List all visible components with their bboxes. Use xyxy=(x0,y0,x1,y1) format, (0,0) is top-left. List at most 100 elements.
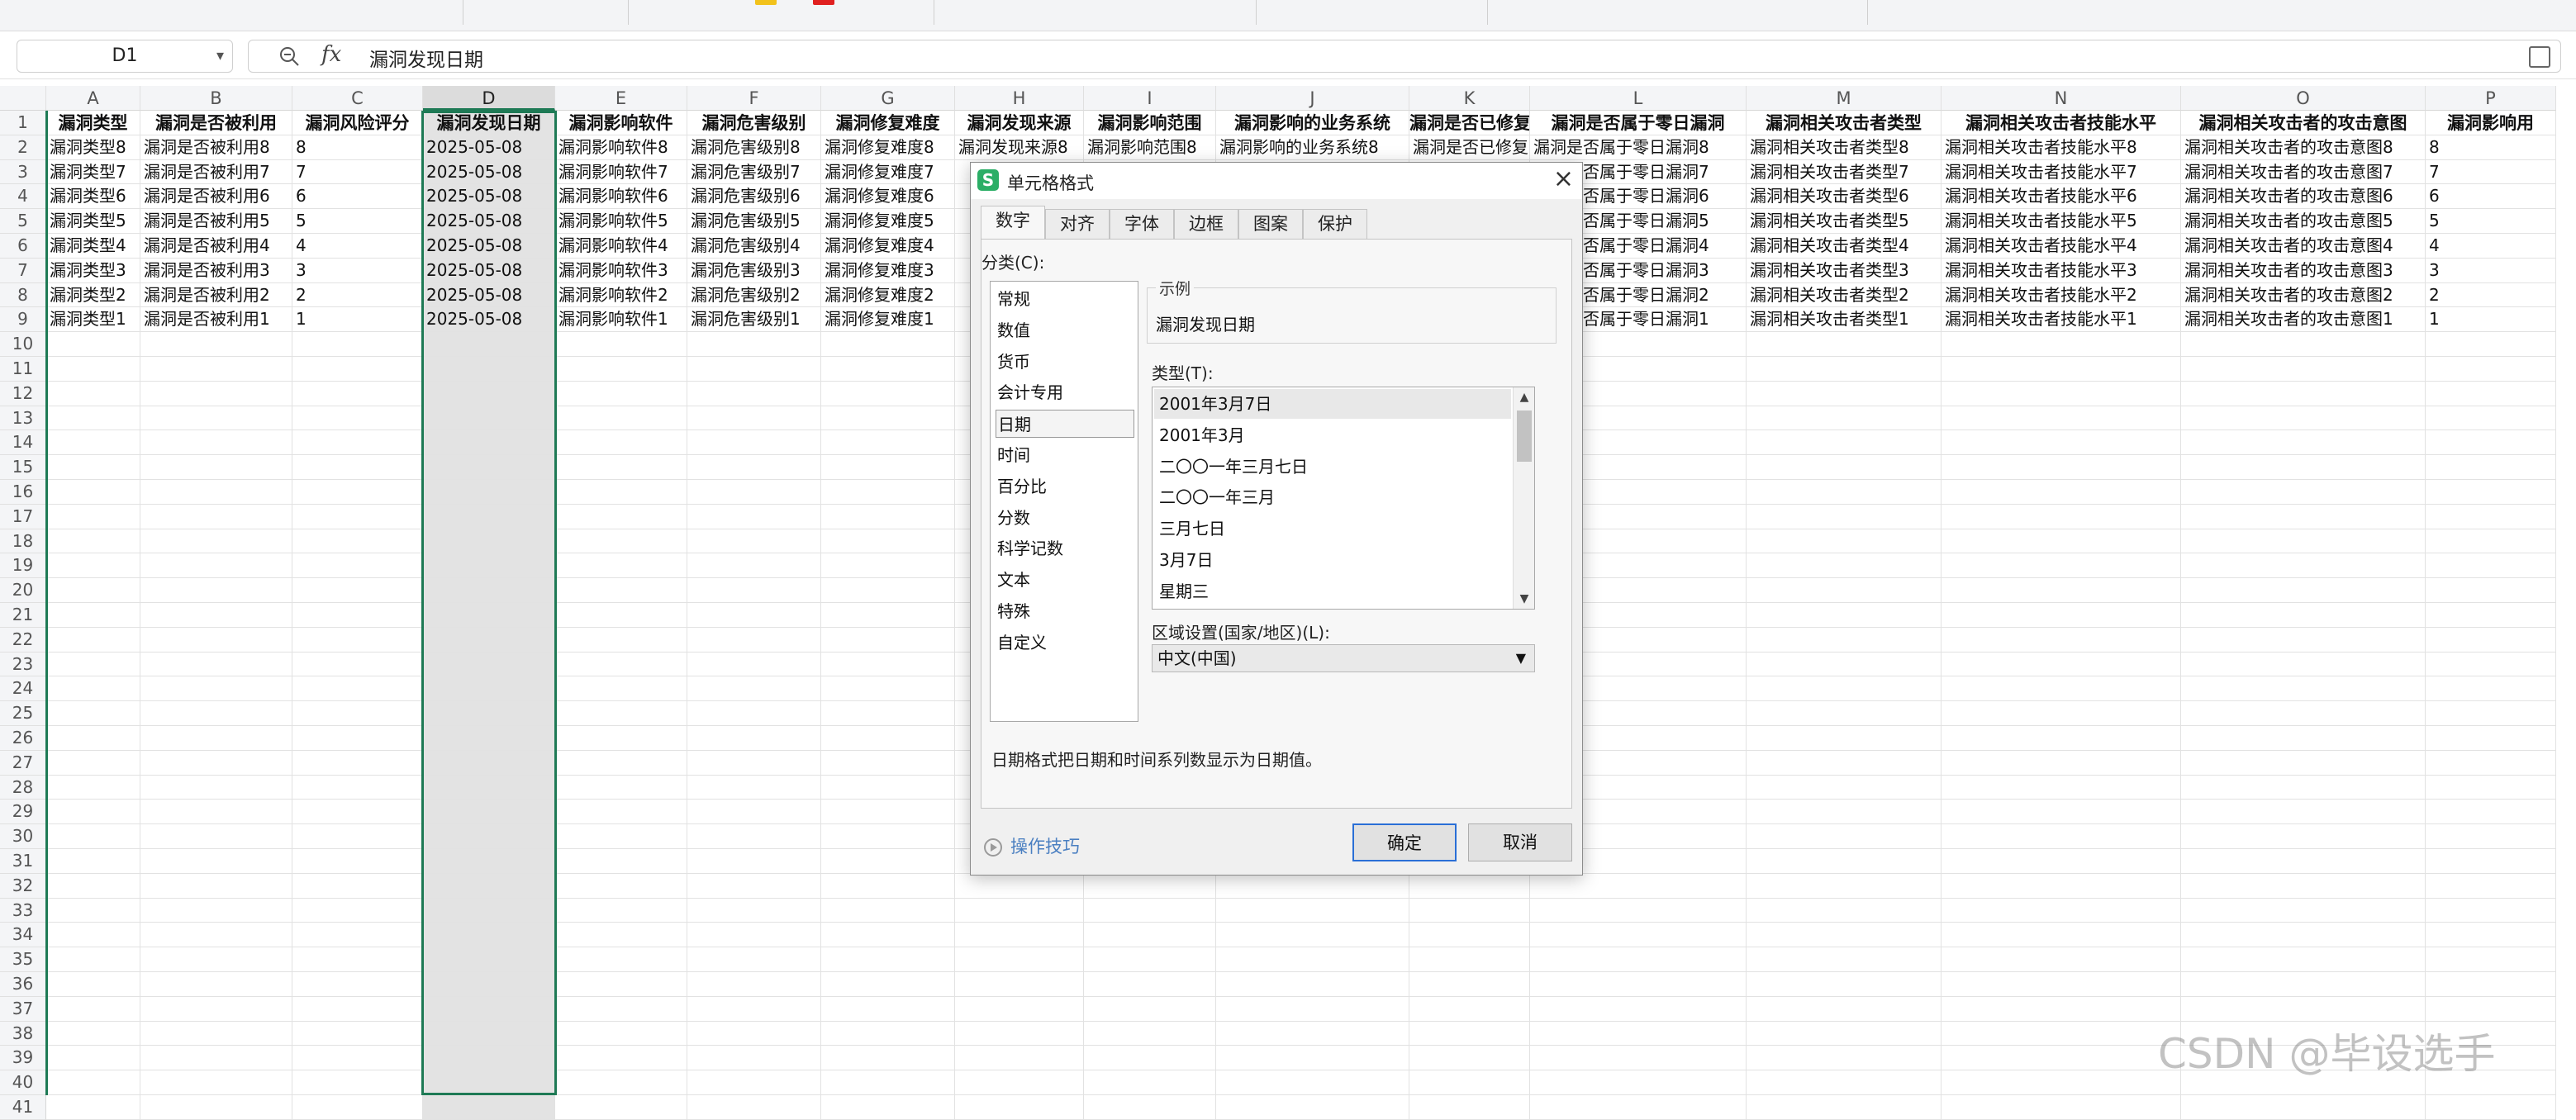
cell[interactable] xyxy=(2181,750,2426,776)
cell[interactable]: 漏洞相关攻击者技能水平1 xyxy=(1942,307,2181,333)
cell[interactable]: 漏洞修复难度2 xyxy=(821,282,955,308)
category-item[interactable]: 时间 xyxy=(996,441,1134,469)
cell[interactable] xyxy=(292,701,423,726)
cell[interactable] xyxy=(821,1095,955,1120)
row-header[interactable]: 37 xyxy=(0,996,46,1022)
cell[interactable] xyxy=(140,800,292,825)
cell[interactable] xyxy=(140,504,292,529)
cell[interactable] xyxy=(687,480,821,505)
cell[interactable] xyxy=(2181,381,2426,406)
scroll-up-icon[interactable]: ▲ xyxy=(1514,387,1534,407)
cell[interactable] xyxy=(687,627,821,653)
cell[interactable] xyxy=(423,406,555,431)
cell[interactable] xyxy=(1530,996,1747,1022)
cell[interactable] xyxy=(1530,947,1747,972)
cell[interactable] xyxy=(1942,849,2181,874)
cell[interactable]: 2025-05-08 xyxy=(423,184,555,210)
tab-4[interactable]: 图案 xyxy=(1238,209,1303,239)
cell[interactable] xyxy=(1084,996,1216,1022)
cell[interactable] xyxy=(1942,1046,2181,1071)
cell[interactable] xyxy=(2426,873,2556,899)
category-item[interactable]: 数值 xyxy=(996,316,1134,344)
cell[interactable] xyxy=(1216,873,1409,899)
cell[interactable] xyxy=(140,726,292,751)
cell[interactable] xyxy=(46,578,140,603)
cell[interactable] xyxy=(1084,898,1216,923)
cell[interactable] xyxy=(140,898,292,923)
column-header-c[interactable]: C xyxy=(292,86,423,111)
cell[interactable] xyxy=(292,873,423,899)
category-item[interactable]: 常规 xyxy=(996,285,1134,313)
cell[interactable] xyxy=(292,1021,423,1046)
cell[interactable] xyxy=(2181,430,2426,456)
cell[interactable] xyxy=(687,1046,821,1071)
cell[interactable] xyxy=(423,553,555,579)
cell[interactable] xyxy=(1942,603,2181,628)
cell[interactable]: 漏洞相关攻击者技能水平3 xyxy=(1942,258,2181,283)
cell[interactable]: 漏洞是否被利用5 xyxy=(140,209,292,234)
cell[interactable] xyxy=(1747,1046,1942,1071)
cell[interactable] xyxy=(1216,1046,1409,1071)
category-item[interactable]: 特殊 xyxy=(996,597,1134,625)
cell[interactable] xyxy=(423,357,555,382)
cell[interactable]: 2025-05-08 xyxy=(423,135,555,160)
cell[interactable] xyxy=(687,357,821,382)
cell[interactable] xyxy=(423,332,555,357)
column-header-h[interactable]: H xyxy=(955,86,1084,111)
row-header[interactable]: 26 xyxy=(0,726,46,751)
cell[interactable] xyxy=(2181,529,2426,554)
cell[interactable] xyxy=(2426,553,2556,579)
cell[interactable] xyxy=(687,430,821,456)
cell[interactable] xyxy=(140,381,292,406)
type-item[interactable]: 2001年3月7日 xyxy=(1154,389,1511,419)
cell[interactable] xyxy=(821,357,955,382)
cell[interactable] xyxy=(140,1070,292,1095)
cell[interactable]: 漏洞类型1 xyxy=(46,307,140,333)
cell[interactable] xyxy=(292,898,423,923)
cell[interactable]: 漏洞相关攻击者技能水平2 xyxy=(1942,282,2181,308)
locale-select[interactable]: 中文(中国) ▼ xyxy=(1152,644,1535,672)
cell[interactable] xyxy=(292,627,423,653)
cell[interactable] xyxy=(1084,1095,1216,1120)
header-cell[interactable]: 漏洞相关攻击者技能水平 xyxy=(1942,111,2181,135)
cell[interactable] xyxy=(1409,1046,1530,1071)
cell[interactable] xyxy=(2426,996,2556,1022)
cell[interactable] xyxy=(687,676,821,702)
cell[interactable] xyxy=(1942,381,2181,406)
row-header[interactable]: 7 xyxy=(0,258,46,283)
cell[interactable] xyxy=(423,750,555,776)
cell[interactable] xyxy=(821,676,955,702)
cell[interactable] xyxy=(2426,504,2556,529)
cell[interactable]: 漏洞相关攻击者技能水平8 xyxy=(1942,135,2181,160)
cell[interactable] xyxy=(46,332,140,357)
cell[interactable] xyxy=(292,676,423,702)
cell[interactable]: 漏洞修复难度4 xyxy=(821,234,955,259)
cell[interactable] xyxy=(292,947,423,972)
row-header[interactable]: 36 xyxy=(0,972,46,997)
cell[interactable] xyxy=(2426,750,2556,776)
cell[interactable] xyxy=(1409,1021,1530,1046)
cell[interactable] xyxy=(1409,898,1530,923)
close-icon[interactable]: × xyxy=(1553,164,1574,193)
cell[interactable]: 漏洞发现来源8 xyxy=(955,135,1084,160)
cell[interactable] xyxy=(1942,873,2181,899)
cell[interactable] xyxy=(687,553,821,579)
cell[interactable] xyxy=(46,800,140,825)
cell[interactable] xyxy=(292,849,423,874)
cell[interactable] xyxy=(140,996,292,1022)
column-header-i[interactable]: I xyxy=(1084,86,1216,111)
cell[interactable] xyxy=(555,701,687,726)
category-item[interactable]: 日期 xyxy=(996,410,1134,439)
header-cell[interactable]: 漏洞风险评分 xyxy=(292,111,423,135)
cell[interactable] xyxy=(1216,898,1409,923)
type-list-scrollbar[interactable]: ▲ ▼ xyxy=(1513,387,1534,609)
cell[interactable] xyxy=(2181,947,2426,972)
cell[interactable] xyxy=(555,996,687,1022)
cell[interactable]: 漏洞相关攻击者类型6 xyxy=(1747,184,1942,210)
cell[interactable] xyxy=(1747,996,1942,1022)
cell[interactable] xyxy=(1409,996,1530,1022)
cell[interactable] xyxy=(46,529,140,554)
row-header[interactable]: 18 xyxy=(0,529,46,554)
cell[interactable] xyxy=(687,504,821,529)
cell[interactable] xyxy=(555,357,687,382)
